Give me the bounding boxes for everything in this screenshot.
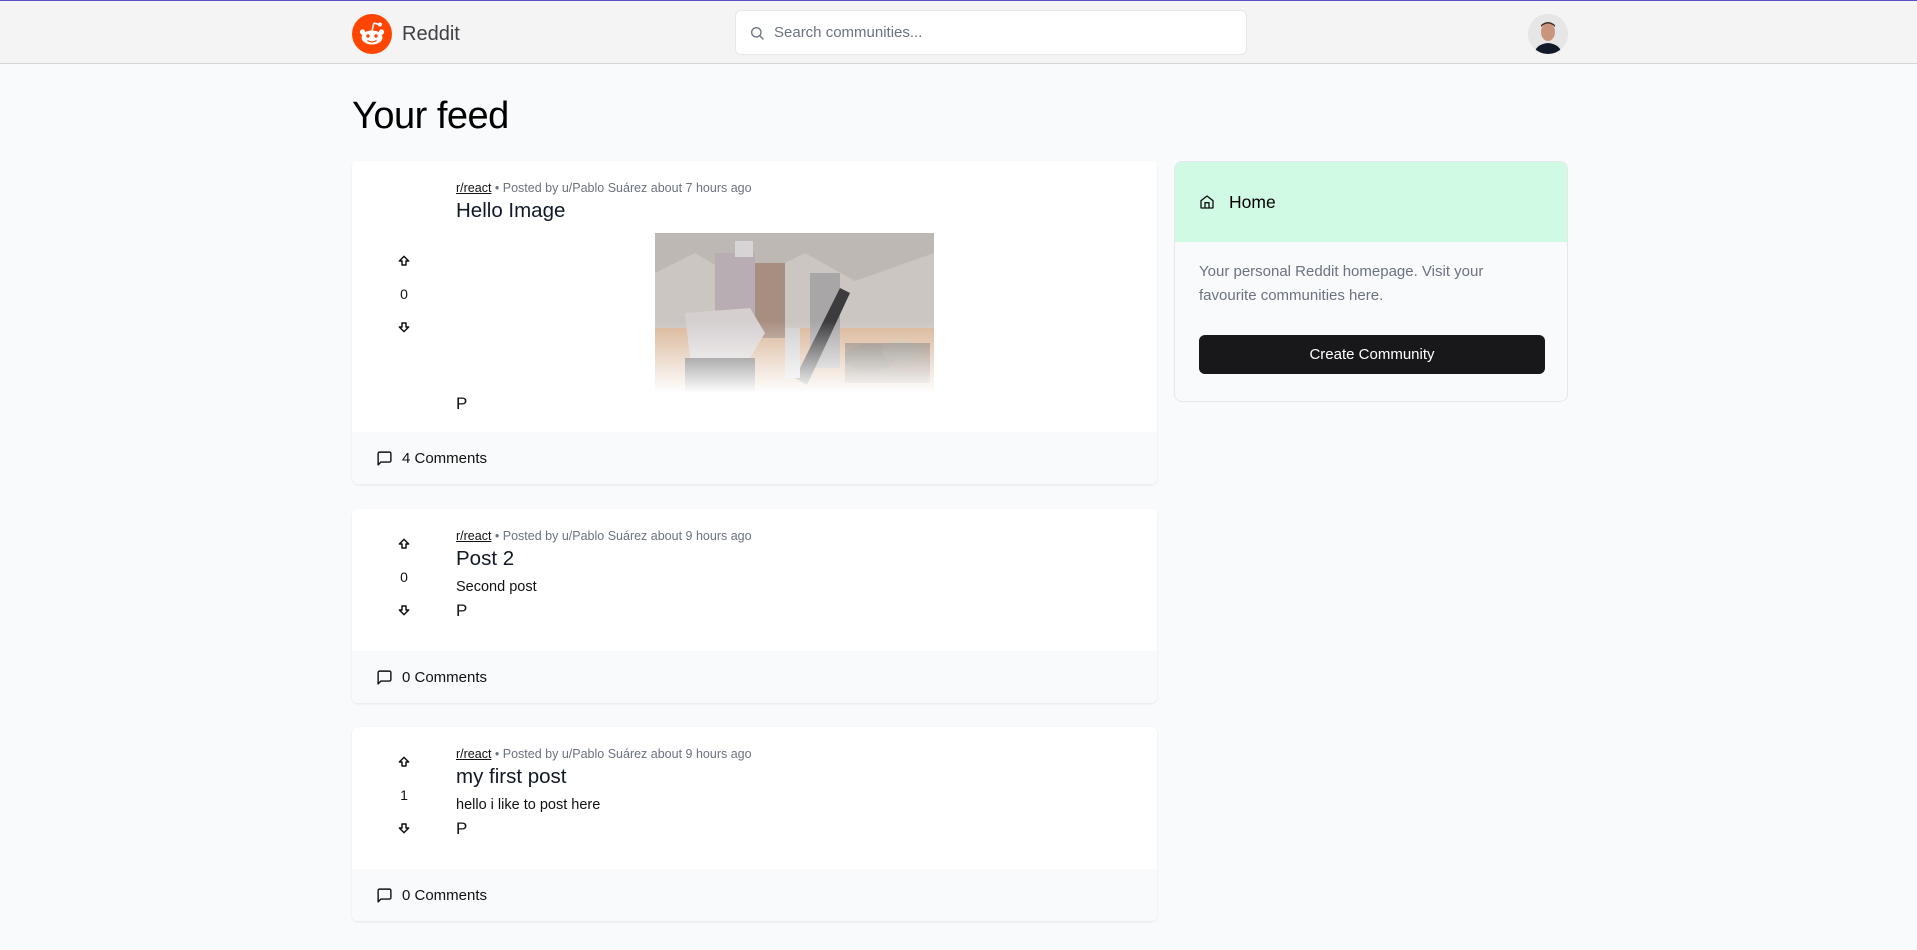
post-title[interactable]: Hello Image — [456, 199, 1133, 223]
comments-link[interactable]: 4 Comments — [376, 450, 487, 467]
search-bar — [735, 10, 1247, 55]
downvote-icon[interactable] — [396, 602, 412, 618]
post-content: r/react • Posted by u/Pablo Suárez about… — [456, 529, 1133, 621]
sidebar-description: Your personal Reddit homepage. Visit you… — [1199, 263, 1484, 304]
search-input[interactable] — [774, 24, 1234, 41]
post-card: 0 r/react • Posted by u/Pablo Suárez abo… — [352, 509, 1157, 703]
post-body: Second post — [456, 579, 537, 595]
user-avatar[interactable] — [1528, 14, 1568, 54]
message-square-icon — [377, 450, 392, 466]
post-author-row: P — [456, 394, 1133, 414]
message-square-icon — [377, 669, 392, 685]
author-initial: P — [456, 394, 468, 413]
post-byline: • Posted by u/Pablo Suárez about 7 hours… — [494, 181, 752, 195]
avatar-image — [1528, 14, 1568, 54]
message-square-icon — [377, 887, 392, 903]
sidebar-header: Home — [1175, 162, 1567, 242]
subreddit-link[interactable]: r/react — [456, 747, 491, 761]
upvote-icon[interactable] — [396, 253, 412, 269]
post-image-photo — [655, 233, 934, 393]
post-byline: • Posted by u/Pablo Suárez about 9 hours… — [494, 529, 752, 543]
navbar: Reddit — [0, 1, 1917, 64]
post-title[interactable]: Post 2 — [456, 547, 1133, 571]
vote-count: 0 — [400, 569, 408, 585]
comments-count: 0 Comments — [402, 886, 488, 904]
post-content: r/react • Posted by u/Pablo Suárez about… — [456, 181, 1133, 223]
comments-count: 4 Comments — [402, 449, 488, 467]
vote-controls: 1 — [352, 754, 456, 836]
comments-link[interactable]: 0 Comments — [376, 669, 487, 686]
create-community-button[interactable]: Create Community — [1199, 335, 1545, 374]
post-meta: r/react • Posted by u/Pablo Suárez about… — [456, 529, 1133, 543]
subreddit-link[interactable]: r/react — [456, 529, 491, 543]
home-icon — [1200, 195, 1214, 209]
sidebar-title: Home — [1229, 191, 1276, 212]
vote-count: 1 — [400, 787, 408, 803]
post-card: 1 r/react • Posted by u/Pablo Suárez abo… — [352, 727, 1157, 921]
post-title[interactable]: my first post — [456, 765, 1133, 789]
downvote-icon[interactable] — [396, 820, 412, 836]
post-meta: r/react • Posted by u/Pablo Suárez about… — [456, 747, 1133, 761]
post-footer: 0 Comments — [352, 651, 1157, 703]
subreddit-link[interactable]: r/react — [456, 181, 491, 195]
vote-controls: 0 — [352, 253, 456, 335]
post-meta: r/react • Posted by u/Pablo Suárez about… — [456, 181, 1133, 195]
post-card: 0 r/react • Posted by u/Pablo Suárez abo… — [352, 161, 1157, 484]
post-body: hello i like to post here — [456, 797, 601, 813]
upvote-icon[interactable] — [396, 754, 412, 770]
reddit-logo-icon — [352, 14, 392, 54]
post-byline: • Posted by u/Pablo Suárez about 9 hours… — [494, 747, 752, 761]
post-content: r/react • Posted by u/Pablo Suárez about… — [456, 747, 1133, 839]
post-footer: 0 Comments — [352, 869, 1157, 921]
downvote-icon[interactable] — [396, 319, 412, 335]
search-icon — [751, 26, 764, 40]
brand-home-link[interactable]: Reddit — [352, 14, 460, 54]
brand-name: Reddit — [402, 22, 460, 45]
upvote-icon[interactable] — [396, 536, 412, 552]
comments-count: 0 Comments — [402, 668, 488, 686]
home-sidebar-card: Home Your personal Reddit homepage. Visi… — [1174, 161, 1568, 402]
author-initial: P — [456, 819, 468, 838]
vote-controls: 0 — [352, 536, 456, 618]
page-title: Your feed — [352, 95, 509, 137]
author-initial: P — [456, 601, 468, 620]
post-footer: 4 Comments — [352, 432, 1157, 484]
vote-count: 0 — [400, 286, 408, 302]
post-image — [655, 233, 934, 393]
comments-link[interactable]: 0 Comments — [376, 887, 487, 904]
